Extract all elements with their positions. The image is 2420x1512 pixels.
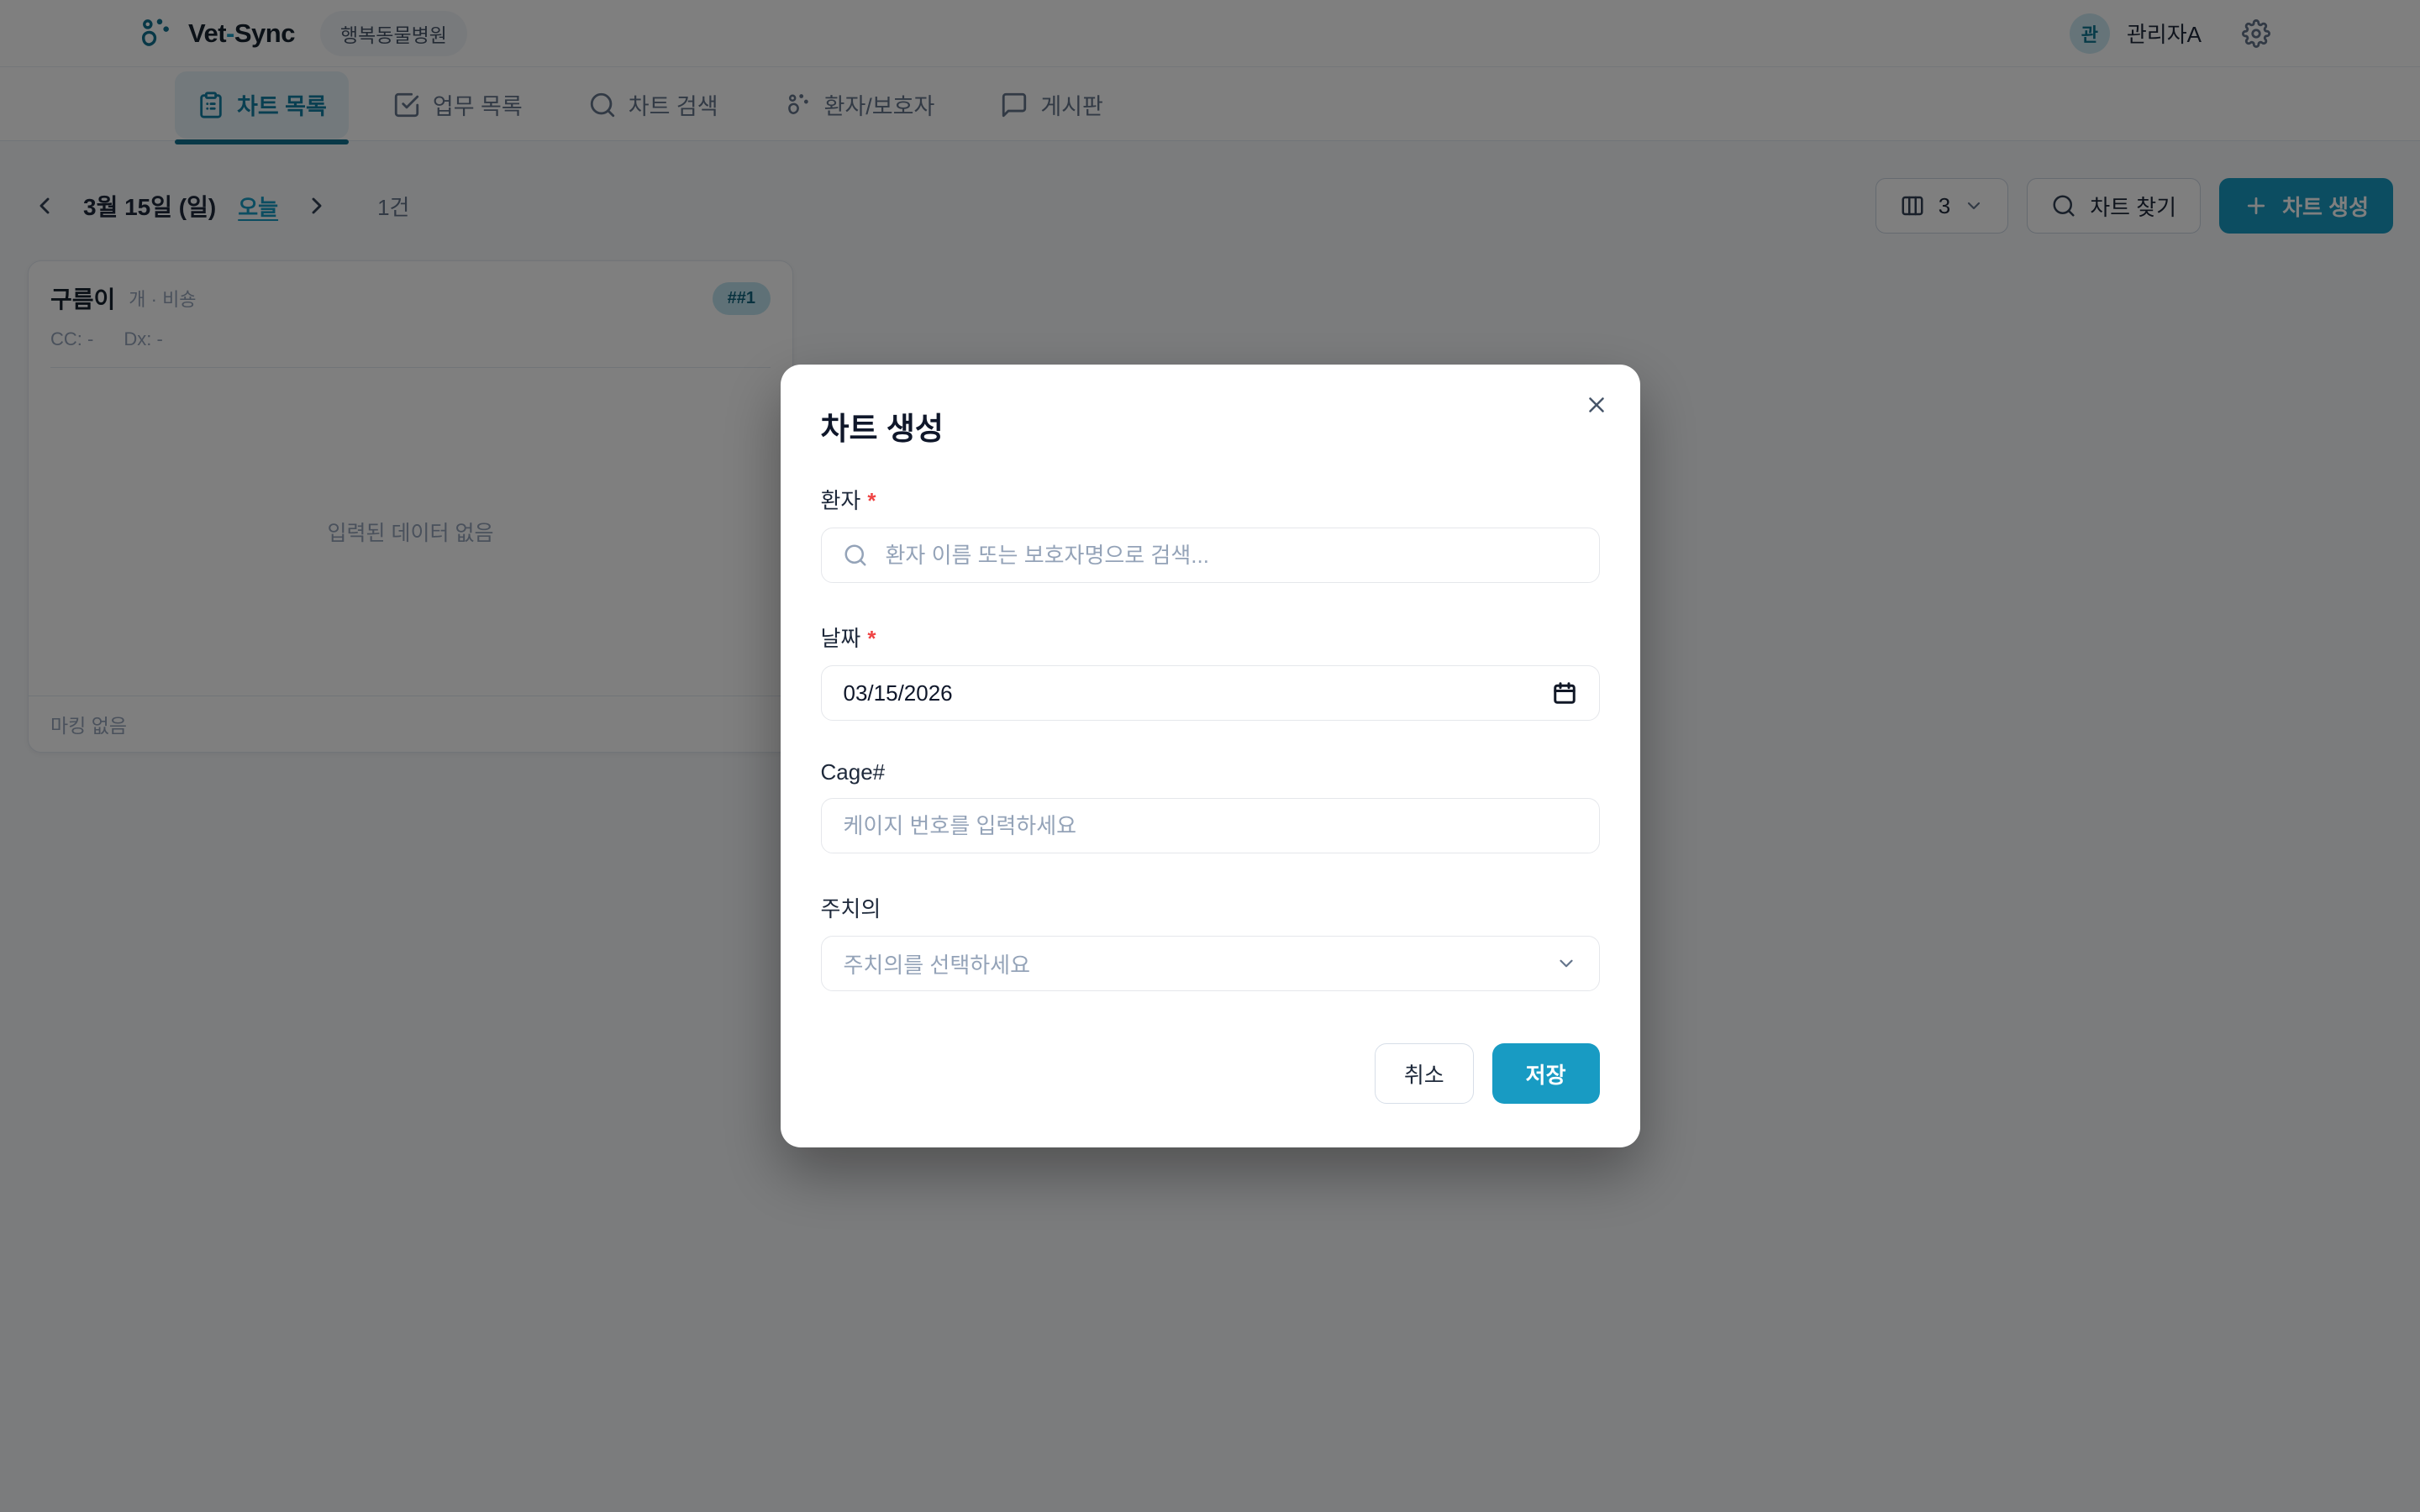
patient-field: 환자 * xyxy=(821,484,1600,583)
modal-footer: 취소 저장 xyxy=(821,1043,1600,1104)
vet-field: 주치의 주치의를 선택하세요 xyxy=(821,892,1600,991)
modal-overlay[interactable]: 차트 생성 환자 * 날짜 * 03/15/2026 xyxy=(0,0,2420,1512)
vet-label: 주치의 xyxy=(821,892,881,923)
cancel-button[interactable]: 취소 xyxy=(1375,1043,1474,1104)
required-mark: * xyxy=(867,488,876,514)
close-icon xyxy=(1584,392,1609,417)
save-button[interactable]: 저장 xyxy=(1492,1043,1600,1104)
modal-title: 차트 생성 xyxy=(821,403,1600,449)
cage-label: Cage# xyxy=(821,759,886,785)
required-mark: * xyxy=(867,626,876,652)
patient-search-input[interactable] xyxy=(821,528,1600,583)
create-chart-modal: 차트 생성 환자 * 날짜 * 03/15/2026 xyxy=(781,365,1640,1147)
cage-field: Cage# xyxy=(821,759,1600,853)
close-button[interactable] xyxy=(1578,386,1615,423)
date-label: 날짜 xyxy=(821,622,861,653)
chevron-down-icon xyxy=(1555,953,1577,974)
date-input[interactable]: 03/15/2026 xyxy=(821,665,1600,721)
calendar-icon[interactable] xyxy=(1552,680,1577,706)
vet-select-placeholder: 주치의를 선택하세요 xyxy=(844,948,1031,979)
vet-select[interactable]: 주치의를 선택하세요 xyxy=(821,936,1600,991)
date-value: 03/15/2026 xyxy=(844,680,953,706)
patient-label: 환자 xyxy=(821,484,861,515)
cage-number-input[interactable] xyxy=(821,798,1600,853)
date-field: 날짜 * 03/15/2026 xyxy=(821,622,1600,721)
